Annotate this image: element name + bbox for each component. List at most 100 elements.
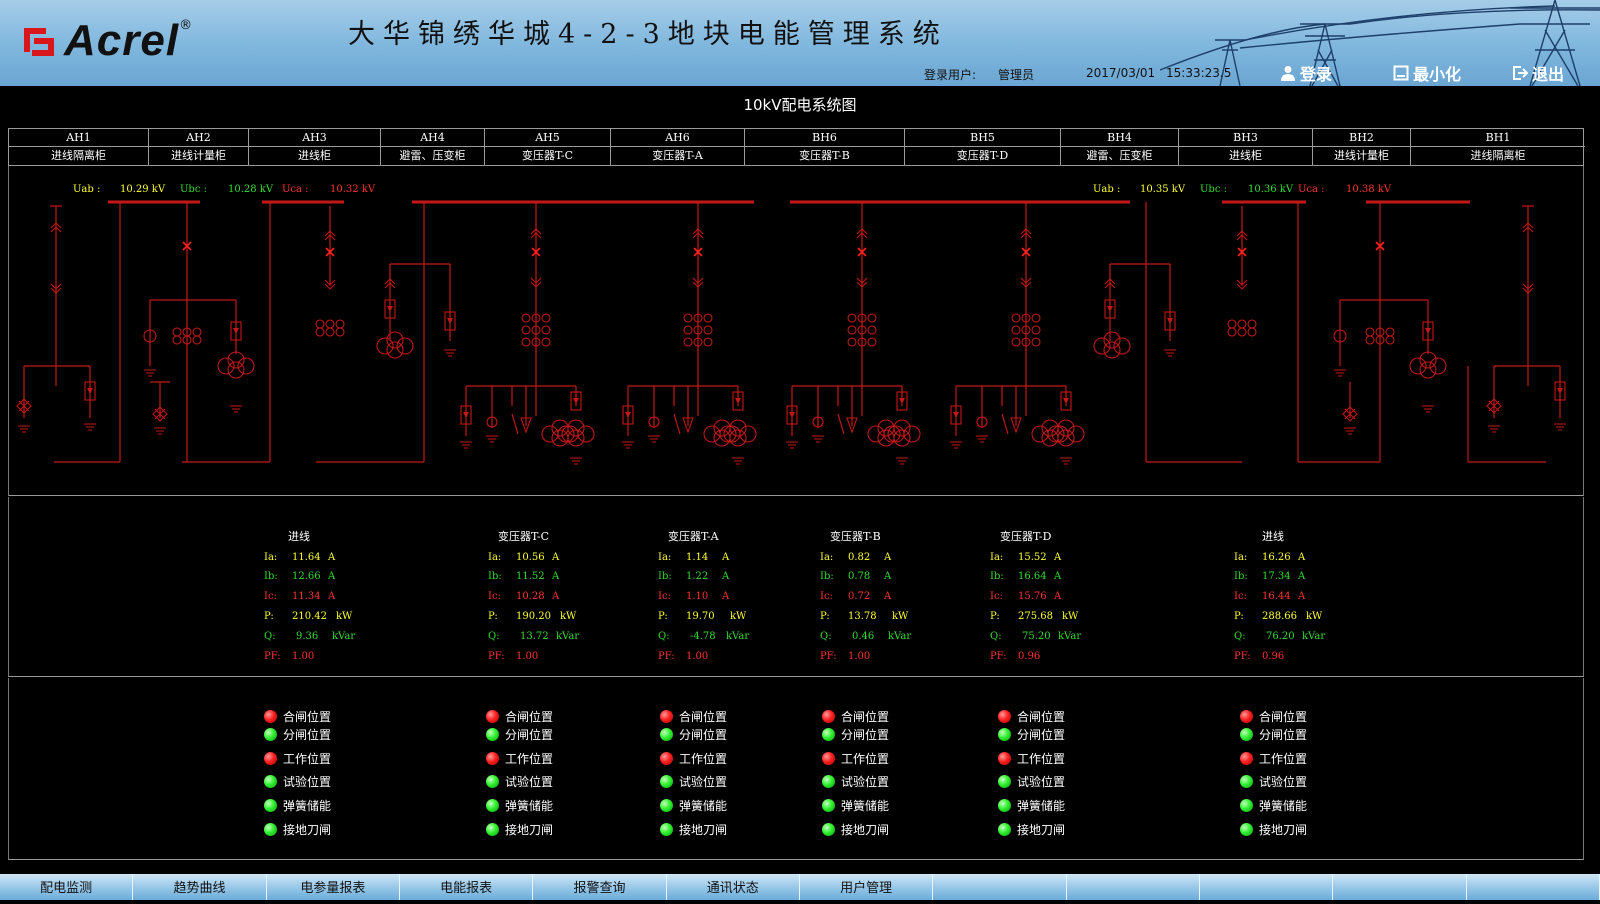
status-row: 试验位置	[1240, 773, 1307, 789]
ct-coil-icon	[867, 337, 877, 347]
minimize-button[interactable]: 最小化	[1393, 62, 1461, 84]
ct-coil-icon	[521, 337, 531, 347]
exit-button[interactable]: 退出	[1512, 62, 1564, 84]
measurement-ib-label: Ib:	[488, 571, 502, 582]
status-indicator-green-icon	[660, 822, 673, 836]
cabinet-id: BH3	[1179, 129, 1312, 147]
measurement-q-value: 9.36	[296, 631, 319, 642]
measurement-title: 变压器T-A	[668, 530, 719, 543]
measurement-ia-label: Ia:	[488, 552, 502, 563]
cabinet-name: 变压器T-D	[956, 149, 1009, 162]
nav-tab-0[interactable]: 配电监测	[0, 874, 134, 900]
measurement-pf-label: PF:	[658, 651, 675, 662]
status-indicator-green-icon	[660, 774, 673, 788]
ct-coil-icon	[172, 327, 182, 337]
logo-registered-mark: ®	[179, 18, 193, 33]
transformer-icon	[1103, 341, 1121, 359]
cabinet-name: 进线柜	[1229, 149, 1262, 162]
cabinet-bh4: BH4 避雷、压变柜	[1061, 129, 1179, 166]
status-indicator-green-icon	[486, 727, 499, 741]
acrel-logo-mark-icon	[20, 22, 58, 60]
status-indicator-red-icon	[264, 751, 277, 765]
ct-coil-icon	[1237, 319, 1247, 329]
status-label: 合闸位置	[679, 709, 728, 724]
measurement-q-label: Q:	[658, 631, 670, 642]
nav-tab-5[interactable]: 通讯状态	[667, 874, 800, 900]
status-row: 接地刀闸	[660, 821, 727, 837]
measurement-ib-unit: A	[552, 571, 560, 582]
measurement-title: 进线	[288, 530, 310, 543]
diagram-title: 10kV配电系统图	[743, 96, 857, 114]
minimize-icon	[1393, 65, 1409, 81]
transformer-icon	[376, 337, 394, 355]
transformer-icon	[396, 337, 414, 355]
status-row: 试验位置	[822, 773, 889, 789]
login-button[interactable]: 登录	[1280, 62, 1332, 84]
ct-coil-icon	[847, 325, 857, 335]
nav-tab-4[interactable]: 报警查询	[533, 874, 667, 900]
status-indicator-green-icon	[822, 798, 835, 812]
ct-coil-icon	[703, 325, 713, 335]
ct-coil-icon	[1247, 319, 1257, 329]
cabinet-name: 进线计量柜	[1334, 149, 1389, 162]
ct-coil-icon	[315, 319, 325, 329]
switch-status-panel	[8, 678, 1584, 860]
ct-coil-icon	[867, 313, 877, 323]
ct-coil-icon	[1031, 337, 1041, 347]
status-label: 接地刀闸	[1017, 822, 1066, 837]
status-indicator-red-icon	[486, 751, 499, 765]
cabinet-ah3: AH3 进线柜	[249, 129, 381, 166]
status-row: 接地刀闸	[486, 821, 553, 837]
cabinet-id: BH5	[905, 129, 1060, 147]
ct-coil-icon	[1365, 335, 1375, 345]
measurement-panel	[8, 497, 1584, 677]
left-uca-label: Uca :	[282, 184, 309, 195]
ct-coil-icon	[335, 319, 345, 329]
measurement-ib-unit: A	[1054, 571, 1062, 582]
right-ubc-value: 10.36 kV	[1248, 184, 1294, 195]
measurement-ic-value: 11.34	[292, 591, 321, 602]
status-label: 试验位置	[841, 774, 890, 789]
transformer-icon	[541, 425, 559, 443]
nav-tab-2[interactable]: 电参量报表	[267, 874, 400, 900]
status-label: 试验位置	[505, 774, 554, 789]
measurement-title: 进线	[1262, 530, 1284, 543]
status-indicator-green-icon	[264, 822, 277, 836]
status-label: 试验位置	[679, 774, 728, 789]
measurement-ic-label: Ic:	[658, 591, 671, 602]
status-label: 试验位置	[1017, 774, 1066, 789]
measurement-ib-value: 11.52	[516, 571, 545, 582]
measurement-ic-unit: A	[1298, 591, 1306, 602]
cabinet-name: 进线计量柜	[171, 149, 226, 162]
left-uab-label: Uab :	[73, 184, 101, 195]
measurement-ia-value: 1.14	[686, 552, 709, 563]
measurement-ic-label: Ic:	[264, 591, 277, 602]
fuse-icon	[1063, 398, 1069, 404]
fuse-icon	[1425, 328, 1431, 334]
ct-coil-icon	[1227, 319, 1237, 329]
measurement-title: 变压器T-C	[498, 530, 550, 543]
ct-coil-icon	[521, 313, 531, 323]
nav-tab-3[interactable]: 电能报表	[400, 874, 534, 900]
exit-icon	[1512, 65, 1529, 81]
status-indicator-green-icon	[486, 774, 499, 788]
single-line-diagram	[16, 200, 1566, 465]
status-indicator-green-icon	[1240, 798, 1253, 812]
acrel-logo: Acrel ®	[20, 16, 192, 66]
status-label: 接地刀闸	[505, 822, 554, 837]
status-label: 合闸位置	[841, 709, 890, 724]
nav-tab-1[interactable]: 趋势曲线	[133, 874, 267, 900]
cabinet-id: AH6	[611, 129, 744, 147]
cabinet-name: 变压器T-A	[652, 149, 703, 162]
measurement-p-value: 288.66	[1262, 611, 1297, 622]
bottom-navigation: 配电监测 趋势曲线 电参量报表 电能报表 报警查询 通讯状态 用户管理	[0, 874, 1600, 900]
status-indicator-green-icon	[998, 798, 1011, 812]
status-row: 合闸位置	[1240, 708, 1307, 724]
measurement-pf-value: 0.96	[1018, 651, 1041, 662]
transformer-icon	[386, 341, 404, 359]
nav-tab-6[interactable]: 用户管理	[800, 874, 934, 900]
right-ubc-label: Ubc :	[1200, 184, 1227, 195]
ct-coil-icon	[541, 325, 551, 335]
measurement-ia-unit: A	[552, 552, 560, 563]
cabinet-bh3: BH3 进线柜	[1179, 129, 1313, 166]
